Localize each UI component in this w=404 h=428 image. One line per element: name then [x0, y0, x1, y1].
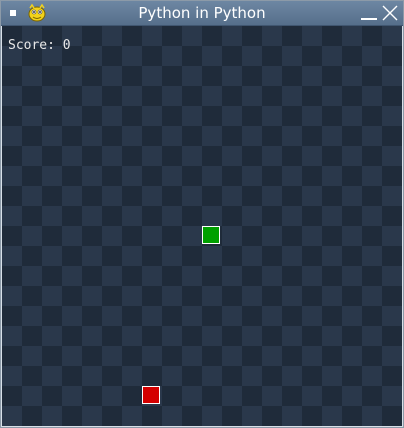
minimize-icon[interactable]	[360, 5, 378, 21]
snake-head	[202, 226, 220, 244]
window-title: Python in Python	[138, 4, 266, 22]
score-label: Score: 0	[8, 38, 71, 53]
food-item	[142, 386, 160, 404]
game-window: Python in Python Score: 0	[0, 0, 404, 428]
close-icon[interactable]	[381, 4, 399, 22]
game-board[interactable]: Score: 0	[2, 26, 402, 426]
title-bar[interactable]: Python in Python	[1, 1, 403, 26]
